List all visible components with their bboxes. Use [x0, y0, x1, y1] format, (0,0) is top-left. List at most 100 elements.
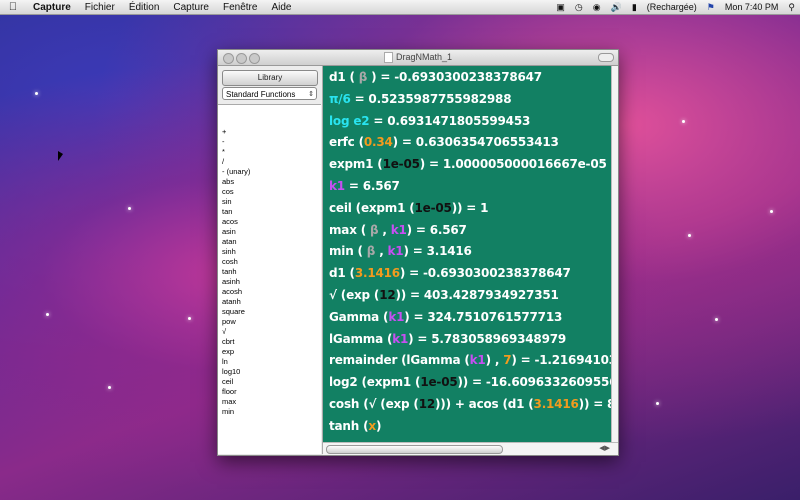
sync-icon[interactable]: ▣	[551, 2, 570, 13]
menubar-clock[interactable]: Mon 7:40 PM	[720, 2, 784, 12]
function-item[interactable]: sinh	[222, 247, 321, 257]
minimize-button[interactable]	[236, 53, 247, 64]
expression-token[interactable]: k1	[470, 353, 486, 367]
expression-text: ) = -1.2169410306510	[511, 353, 612, 368]
desktop-star	[128, 207, 131, 210]
function-item[interactable]: atan	[222, 237, 321, 247]
expression-token[interactable]: π/6	[329, 92, 351, 106]
function-item[interactable]: tanh	[222, 267, 321, 277]
function-item[interactable]: ceil	[222, 377, 321, 387]
function-item[interactable]: exp	[222, 347, 321, 357]
expression-token[interactable]: k1	[392, 332, 408, 346]
expression-text: Gamma (	[329, 309, 389, 324]
expression-row[interactable]: √ (exp (12)) = 403.4287934927351	[329, 288, 559, 302]
menu-capture[interactable]: Capture	[166, 2, 216, 13]
expression-text: remainder (lGamma (	[329, 353, 470, 368]
expression-row[interactable]: expm1 (1e-05) = 1.000005000016667e-05	[329, 157, 607, 171]
expression-canvas[interactable]: d1 ( β ) = -0.6930300238378647 π/6 = 0.52…	[323, 66, 612, 442]
expression-row[interactable]: d1 (3.1416) = -0.6930300238378647	[329, 266, 571, 280]
volume-icon[interactable]: 🔊	[606, 2, 627, 13]
function-item[interactable]: √	[222, 327, 321, 337]
zoom-button[interactable]	[249, 53, 260, 64]
expression-row[interactable]: max ( β , k1) = 6.567	[329, 223, 467, 237]
function-item[interactable]: log10	[222, 367, 321, 377]
function-item[interactable]: min	[222, 407, 321, 417]
expression-row[interactable]: erfc (0.34) = 0.6306354706553413	[329, 135, 559, 149]
expression-row[interactable]: lGamma (k1) = 5.783058969348979	[329, 332, 566, 346]
function-item[interactable]: abs	[222, 177, 321, 187]
expression-row[interactable]: ceil (expm1 (1e-05)) = 1	[329, 201, 488, 215]
scroll-arrows-icon[interactable]: ◀▶	[599, 443, 610, 455]
expression-row[interactable]: d1 ( β ) = -0.6930300238378647	[329, 70, 542, 84]
function-item[interactable]: cosh	[222, 257, 321, 267]
expression-row[interactable]: log e2 = 0.6931471805599453	[329, 114, 530, 128]
apple-icon[interactable]: 	[0, 1, 26, 13]
expression-row[interactable]: log2 (expm1 (1e-05)) = -16.6096332609556	[329, 375, 612, 389]
expression-token[interactable]: 3.1416	[355, 266, 400, 280]
function-item[interactable]: sin	[222, 197, 321, 207]
expression-token[interactable]: k1	[391, 223, 407, 237]
function-item[interactable]: floor	[222, 387, 321, 397]
function-item[interactable]: acos	[222, 217, 321, 227]
function-set-select[interactable]: Standard Functions ⇕	[222, 87, 317, 100]
function-item[interactable]: asinh	[222, 277, 321, 287]
function-item[interactable]: ln	[222, 357, 321, 367]
expression-token[interactable]: log e2	[329, 114, 370, 128]
expression-token[interactable]: 1e-05	[420, 375, 457, 389]
expression-token[interactable]: 12	[379, 288, 396, 302]
library-button[interactable]: Library	[222, 70, 318, 86]
expression-row[interactable]: k1 = 6.567	[329, 179, 400, 193]
function-item[interactable]: tan	[222, 207, 321, 217]
flag-icon[interactable]: ⚑	[702, 2, 720, 13]
function-item[interactable]: +	[222, 127, 321, 137]
scroll-thumb[interactable]	[326, 445, 503, 454]
menu-help[interactable]: Aide	[264, 2, 298, 13]
vertical-scrollbar[interactable]	[611, 66, 618, 442]
expression-row[interactable]: remainder (lGamma (k1) , 7) = -1.2169410…	[329, 353, 612, 367]
menu-edit[interactable]: Édition	[122, 2, 167, 13]
expression-row[interactable]: cosh (√ (exp (12))) + acos (d1 (3.1416))…	[329, 397, 612, 411]
expression-token[interactable]: 0.34	[364, 135, 393, 149]
function-item[interactable]: cbrt	[222, 337, 321, 347]
expression-token[interactable]: 1e-05	[383, 157, 420, 171]
battery-icon[interactable]: ▮	[627, 2, 642, 13]
function-item[interactable]: square	[222, 307, 321, 317]
function-item[interactable]: - (unary)	[222, 167, 321, 177]
function-item[interactable]: atanh	[222, 297, 321, 307]
expression-token[interactable]: β	[366, 223, 382, 237]
function-item[interactable]: max	[222, 397, 321, 407]
function-item[interactable]: acosh	[222, 287, 321, 297]
menu-app[interactable]: Capture	[26, 2, 78, 13]
menubar-status-area: ▣ ◷ ◉ 🔊 ▮ (Rechargée) ⚑ Mon 7:40 PM ⚲	[551, 0, 800, 14]
expression-row[interactable]: π/6 = 0.5235987755982988	[329, 92, 512, 106]
expression-row[interactable]: tanh (x)	[329, 419, 381, 433]
menu-file[interactable]: Fichier	[78, 2, 122, 13]
function-item[interactable]: -	[222, 137, 321, 147]
battery-status[interactable]: (Rechargée)	[642, 2, 702, 12]
expression-token[interactable]: k1	[329, 179, 345, 193]
horizontal-scrollbar[interactable]: ◀▶	[323, 442, 618, 455]
expression-token[interactable]: 3.1416	[534, 397, 579, 411]
expression-token[interactable]: k1	[388, 244, 404, 258]
expression-row[interactable]: Gamma (k1) = 324.7510761577713	[329, 310, 562, 324]
function-item[interactable]: asin	[222, 227, 321, 237]
expression-token[interactable]: 12	[419, 397, 436, 411]
wifi-icon[interactable]: ◉	[588, 2, 606, 13]
window-titlebar[interactable]: DragNMath_1	[218, 50, 618, 66]
expression-row[interactable]: min ( β , k1) = 3.1416	[329, 244, 472, 258]
function-item[interactable]: /	[222, 157, 321, 167]
expression-token[interactable]: β	[363, 244, 379, 258]
expression-token[interactable]: β	[355, 70, 371, 84]
time-machine-icon[interactable]: ◷	[570, 2, 588, 13]
expression-token[interactable]: 1e-05	[415, 201, 452, 215]
spotlight-icon[interactable]: ⚲	[783, 2, 800, 13]
close-button[interactable]	[223, 53, 234, 64]
expression-token[interactable]: x	[368, 419, 376, 433]
menu-window[interactable]: Fenêtre	[216, 2, 264, 13]
desktop-star	[688, 234, 691, 237]
expression-token[interactable]: k1	[388, 310, 404, 324]
toolbar-toggle-button[interactable]	[598, 53, 614, 62]
function-item[interactable]: *	[222, 147, 321, 157]
function-item[interactable]: cos	[222, 187, 321, 197]
function-item[interactable]: pow	[222, 317, 321, 327]
